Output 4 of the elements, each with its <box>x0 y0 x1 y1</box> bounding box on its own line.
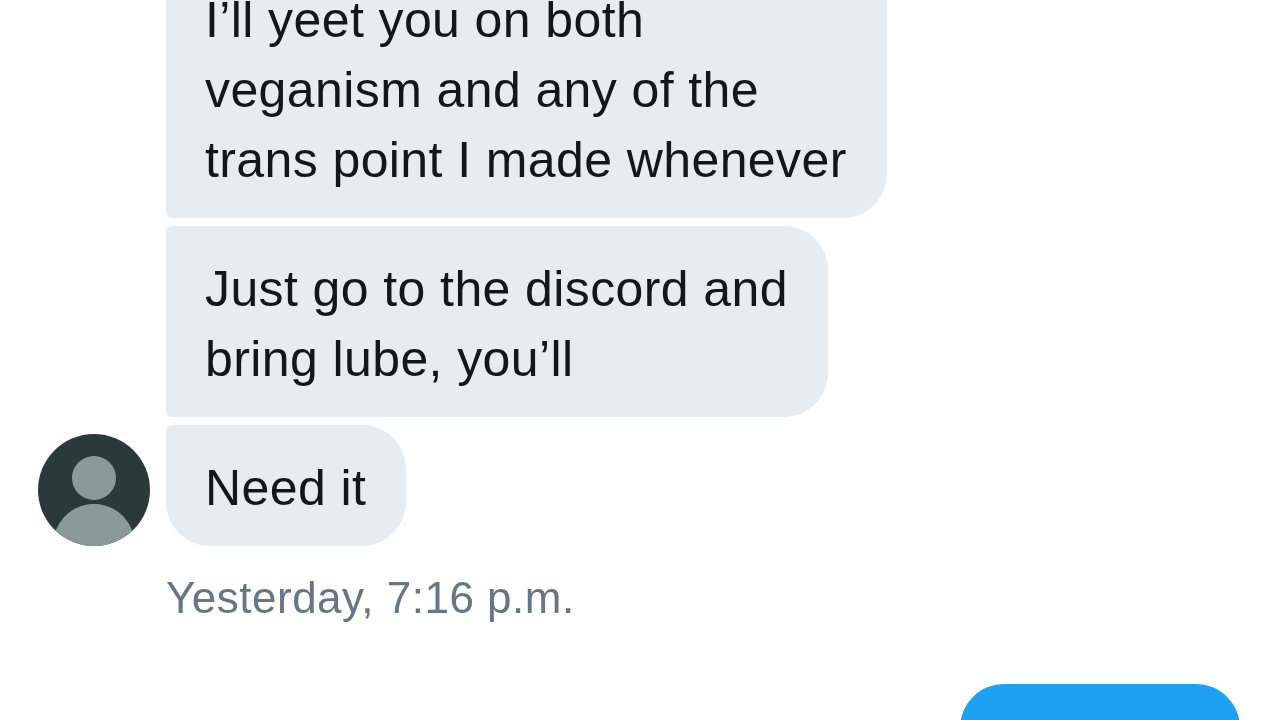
message-bubble: I’ll yeet you on both veganism and any of the trans point I made whenever <box>166 0 887 218</box>
message-bubble: Just go to the discord and bring lube, you’ll <box>166 226 828 417</box>
message-timestamp: Yesterday, 7:16 p.m. <box>166 574 576 622</box>
message-bubble: Need it <box>166 425 407 546</box>
